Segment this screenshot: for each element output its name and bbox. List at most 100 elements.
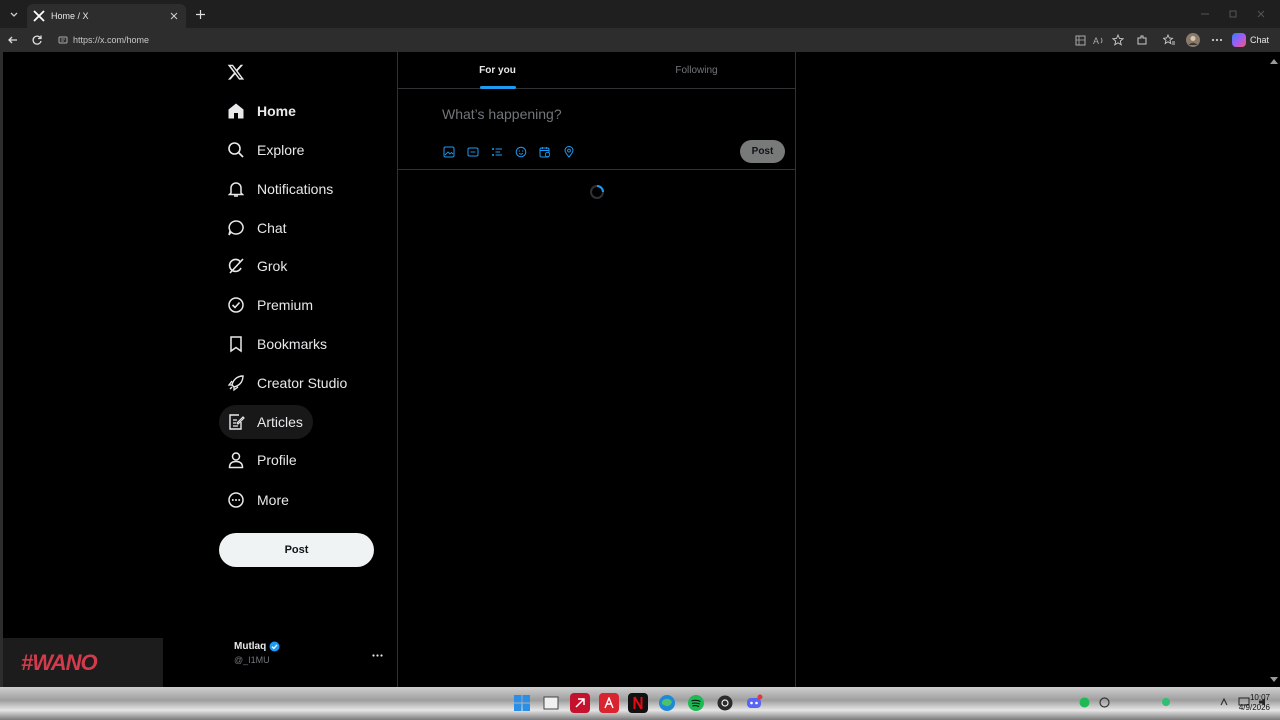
nav-label-notifications: Notifications bbox=[257, 181, 334, 197]
media-icon[interactable] bbox=[442, 145, 456, 159]
settings-more-icon[interactable] bbox=[1210, 33, 1224, 47]
steam-like-app-icon[interactable] bbox=[715, 693, 735, 713]
composer-post-button[interactable]: Post bbox=[740, 140, 785, 163]
scroll-down-icon[interactable] bbox=[1270, 677, 1278, 683]
taskbar-clock[interactable]: 10:07 4/9/2026 bbox=[1230, 693, 1270, 713]
chat-bubble-icon bbox=[227, 219, 245, 237]
nav-item-notifications[interactable]: Notifications bbox=[219, 172, 343, 206]
spotify-icon[interactable] bbox=[686, 693, 706, 713]
stream-overlay-text: #WANO bbox=[21, 650, 98, 675]
nav-item-home[interactable]: Home bbox=[219, 94, 306, 128]
loading-spinner-icon bbox=[589, 184, 605, 200]
browser-tab-bar: Home / X bbox=[0, 0, 1280, 28]
nav-item-bookmarks[interactable]: Bookmarks bbox=[219, 327, 337, 361]
nav-item-premium[interactable]: Premium bbox=[219, 288, 323, 322]
task-view-icon[interactable] bbox=[541, 693, 561, 713]
scroll-up-icon[interactable] bbox=[1270, 58, 1278, 64]
location-icon[interactable] bbox=[562, 145, 576, 159]
rocket-icon bbox=[227, 374, 245, 392]
profile-avatar-icon[interactable] bbox=[1186, 33, 1200, 47]
read-aloud-icon[interactable]: A bbox=[1092, 33, 1106, 47]
discord-icon[interactable] bbox=[744, 693, 764, 713]
spotify-tray-icon[interactable] bbox=[1078, 696, 1090, 708]
tab-list-chevron-icon[interactable] bbox=[5, 5, 23, 23]
nav-item-profile[interactable]: Profile bbox=[219, 443, 307, 477]
sidebar-post-button[interactable]: Post bbox=[219, 533, 374, 567]
edge-icon[interactable] bbox=[657, 693, 677, 713]
copilot-icon bbox=[1232, 33, 1246, 47]
tab-for-you[interactable]: For you bbox=[398, 52, 597, 89]
minimize-icon[interactable] bbox=[1198, 7, 1212, 21]
page-scrollbar[interactable] bbox=[1268, 52, 1280, 687]
close-window-icon[interactable] bbox=[1254, 7, 1268, 21]
search-icon bbox=[227, 141, 245, 159]
x-logo-icon[interactable] bbox=[222, 58, 250, 86]
gif-icon[interactable] bbox=[466, 145, 480, 159]
adobe-icon[interactable] bbox=[599, 693, 619, 713]
close-tab-icon[interactable] bbox=[168, 10, 180, 22]
restore-icon[interactable] bbox=[1226, 7, 1240, 21]
account-switcher[interactable]: Mutlaq @_I1MU bbox=[234, 641, 384, 671]
tray-app-icon[interactable] bbox=[1098, 696, 1110, 708]
language-icon[interactable] bbox=[1218, 696, 1230, 708]
tray-spacer bbox=[1118, 696, 1152, 708]
nav-item-explore[interactable]: Explore bbox=[219, 133, 314, 167]
composer-toolbar bbox=[442, 145, 576, 159]
article-edit-icon bbox=[227, 413, 245, 431]
nav-item-creator-studio[interactable]: Creator Studio bbox=[219, 366, 357, 400]
emoji-icon[interactable] bbox=[514, 145, 528, 159]
nav-label-profile: Profile bbox=[257, 452, 297, 468]
nav-item-more[interactable]: More bbox=[219, 483, 299, 517]
nav-label-premium: Premium bbox=[257, 297, 314, 313]
tray-spacer-2 bbox=[1180, 696, 1210, 708]
copilot-chat-button[interactable]: Chat bbox=[1232, 31, 1269, 49]
stream-overlay-badge: #WANO bbox=[3, 638, 163, 687]
poll-icon[interactable] bbox=[490, 145, 504, 159]
nav-item-articles[interactable]: Articles bbox=[219, 405, 313, 439]
chat-button-label: Chat bbox=[1250, 35, 1270, 45]
account-name: Mutlaq bbox=[234, 641, 267, 652]
schedule-icon[interactable] bbox=[538, 145, 552, 159]
address-bar[interactable]: https://x.com/home bbox=[52, 31, 1102, 49]
tray-status-icon[interactable] bbox=[1160, 696, 1172, 708]
nav-item-chat[interactable]: Chat bbox=[219, 211, 297, 245]
tab-following[interactable]: Following bbox=[597, 52, 796, 89]
nav-label-explore: Explore bbox=[257, 142, 305, 158]
bell-icon bbox=[227, 180, 245, 198]
browser-tab[interactable]: Home / X bbox=[27, 4, 186, 28]
url-text: https://x.com/home bbox=[73, 35, 150, 45]
tab-title: Home / X bbox=[51, 11, 89, 21]
tab-for-you-label: For you bbox=[479, 65, 516, 76]
timeline-tabs: For you Following bbox=[398, 52, 796, 89]
verified-badge-icon bbox=[227, 296, 245, 314]
clock-date: 4/9/2026 bbox=[1238, 703, 1270, 712]
nav-label-more: More bbox=[257, 492, 289, 508]
home-icon bbox=[227, 102, 245, 120]
nav-label-chat: Chat bbox=[257, 220, 287, 236]
nav-label-grok: Grok bbox=[257, 258, 288, 274]
start-icon[interactable] bbox=[512, 693, 532, 713]
composer-input[interactable]: What’s happening? bbox=[442, 106, 562, 122]
site-info-icon[interactable] bbox=[58, 35, 68, 45]
svg-text:A: A bbox=[1093, 36, 1099, 46]
timeline-column: For you Following What’s happening? Post bbox=[397, 52, 796, 687]
back-arrow-icon[interactable] bbox=[5, 32, 21, 48]
account-more-icon[interactable] bbox=[370, 649, 384, 661]
x-favicon-icon bbox=[33, 10, 45, 22]
browser-toolbar: https://x.com/home A Chat bbox=[0, 28, 1280, 52]
nav-item-grok[interactable]: Grok bbox=[219, 249, 297, 283]
verified-check-icon bbox=[269, 641, 280, 652]
person-icon bbox=[227, 451, 245, 469]
taskbar-apps bbox=[512, 693, 764, 713]
nav-label-articles: Articles bbox=[257, 414, 303, 430]
favorites-icon[interactable] bbox=[1162, 33, 1176, 47]
refresh-icon[interactable] bbox=[29, 32, 45, 48]
extensions-icon[interactable] bbox=[1135, 33, 1149, 47]
app-available-icon[interactable] bbox=[1073, 33, 1087, 47]
new-tab-icon[interactable] bbox=[192, 6, 208, 22]
favorite-star-icon[interactable] bbox=[1111, 33, 1125, 47]
grok-icon bbox=[227, 257, 245, 275]
account-handle: @_I1MU bbox=[234, 655, 270, 665]
amd-software-icon[interactable] bbox=[570, 693, 590, 713]
netflix-icon[interactable] bbox=[628, 693, 648, 713]
